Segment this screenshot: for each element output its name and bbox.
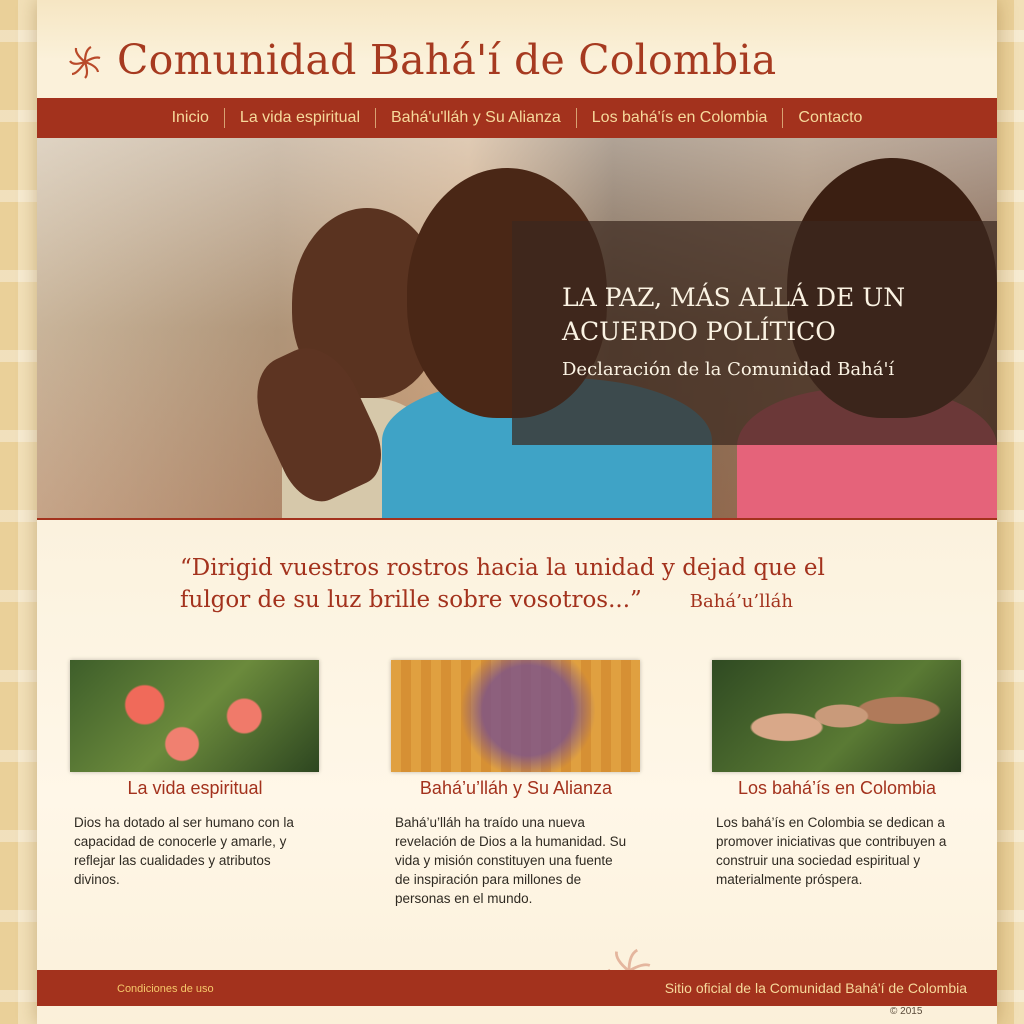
- thumbnail-group-of-youths[interactable]: [712, 660, 961, 772]
- terms-of-use-link[interactable]: Condiciones de uso: [117, 983, 214, 995]
- column-bahaullah-alianza: Bahá’u’lláh y Su Alianza Bahá’u’lláh ha …: [391, 660, 641, 908]
- nav-item-contacto[interactable]: Contacto: [782, 108, 877, 128]
- featured-quote: “Dirigid vuestros rostros hacia la unida…: [180, 552, 900, 618]
- right-pattern-border: [996, 0, 1024, 1024]
- site-title[interactable]: Comunidad Bahá'í de Colombia: [117, 36, 776, 84]
- copyright: © 2015: [890, 1006, 923, 1017]
- page: Comunidad Bahá'í de Colombia Inicio La v…: [37, 0, 997, 1024]
- column-text: Bahá’u’lláh ha traído una nueva revelaci…: [395, 815, 627, 906]
- thumbnail-red-flowers[interactable]: [70, 660, 319, 772]
- hero-divider: [37, 518, 997, 520]
- column-vida-espiritual: La vida espiritual Dios ha dotado al ser…: [70, 660, 320, 889]
- hero-caption-box[interactable]: LA PAZ, MÁS ALLÁ DE UN ACUERDO POLÍTICO …: [512, 221, 997, 445]
- column-title[interactable]: Los bahá’ís en Colombia: [712, 778, 962, 799]
- site-header: Comunidad Bahá'í de Colombia: [37, 0, 997, 98]
- hero-title[interactable]: LA PAZ, MÁS ALLÁ DE UN ACUERDO POLÍTICO: [562, 281, 962, 349]
- column-title[interactable]: Bahá’u’lláh y Su Alianza: [391, 778, 641, 799]
- official-site-text: Sitio oficial de la Comunidad Bahá'í de …: [664, 980, 967, 996]
- nine-pointed-star-logo-icon: [69, 46, 101, 79]
- site-footer: Condiciones de uso Sitio oficial de la C…: [37, 970, 997, 1006]
- column-text: Dios ha dotado al ser humano con la capa…: [74, 815, 294, 887]
- column-title[interactable]: La vida espiritual: [70, 778, 320, 799]
- main-nav: Inicio La vida espiritual Bahá'u'lláh y …: [37, 98, 997, 138]
- column-text: Los bahá’ís en Colombia se dedican a pro…: [716, 815, 947, 887]
- left-pattern-border: [0, 0, 37, 1024]
- nav-item-vida-espiritual[interactable]: La vida espiritual: [223, 108, 375, 128]
- quote-author: Bahá’u’lláh: [689, 591, 793, 612]
- nav-item-bahaullah-alianza[interactable]: Bahá'u'lláh y Su Alianza: [375, 108, 576, 128]
- hero-subtitle[interactable]: Declaración de la Comunidad Bahá'í: [562, 359, 894, 380]
- column-bahais-colombia: Los bahá’ís en Colombia Los bahá’ís en C…: [712, 660, 962, 889]
- hero-banner[interactable]: LA PAZ, MÁS ALLÁ DE UN ACUERDO POLÍTICO …: [37, 138, 997, 518]
- thumbnail-purple-tree-dome[interactable]: [391, 660, 640, 772]
- nav-item-inicio[interactable]: Inicio: [157, 108, 224, 128]
- nav-item-bahais-colombia[interactable]: Los bahá'ís en Colombia: [575, 108, 783, 128]
